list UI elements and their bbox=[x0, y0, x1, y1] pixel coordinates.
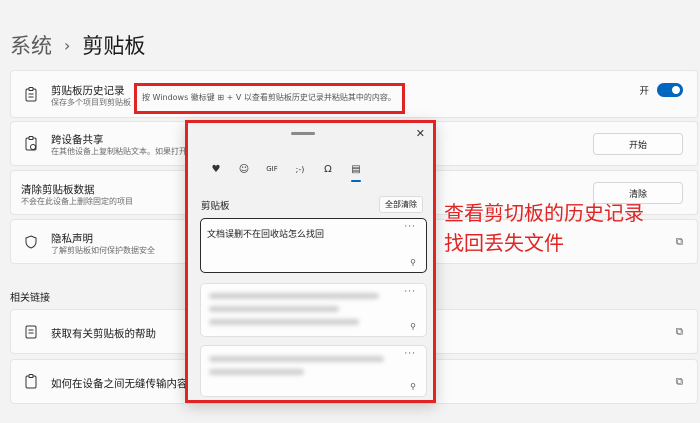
blurred-text bbox=[209, 319, 359, 325]
devices-icon bbox=[23, 135, 39, 153]
clipboard-icon bbox=[23, 85, 39, 103]
clipboard-item[interactable]: ··· ⚲ bbox=[200, 345, 427, 397]
start-button[interactable]: 开始 bbox=[593, 133, 683, 155]
toggle-state-label: 开 bbox=[639, 86, 649, 97]
breadcrumb-system[interactable]: 系统 bbox=[10, 30, 52, 60]
more-options-icon[interactable]: ··· bbox=[404, 349, 416, 359]
close-icon[interactable]: ✕ bbox=[416, 127, 425, 140]
tab-gif[interactable]: GIF bbox=[258, 159, 286, 179]
blurred-text bbox=[209, 293, 379, 299]
clipboard-item[interactable]: 文档误删不在回收站怎么找回 ··· ⚲ bbox=[200, 218, 427, 273]
related-links-heading: 相关链接 bbox=[10, 293, 50, 304]
tab-kaomoji[interactable]: ;-) bbox=[286, 159, 314, 179]
annotation-line-1: 查看剪切板的历史记录 bbox=[444, 201, 644, 225]
clear-data-title: 清除剪贴板数据 bbox=[21, 184, 95, 196]
tab-emoji-favorites[interactable]: ♥ bbox=[202, 159, 230, 179]
tab-clipboard[interactable]: ▤ bbox=[342, 159, 370, 182]
privacy-desc: 了解剪贴板如何保护数据安全 bbox=[51, 246, 155, 255]
pin-icon[interactable]: ⚲ bbox=[410, 382, 416, 391]
pin-icon[interactable]: ⚲ bbox=[410, 322, 416, 331]
clipboard-history-toggle[interactable] bbox=[657, 83, 683, 97]
blurred-text bbox=[209, 369, 304, 375]
transfer-link-title: 如何在设备之间无缝传输内容 bbox=[51, 378, 188, 390]
clipboard-panel: ✕ ♥ ☺ GIF ;-) Ω ▤ 剪贴板 全部清除 文档误删不在回收站怎么找回… bbox=[185, 120, 436, 403]
panel-tabs: ♥ ☺ GIF ;-) Ω ▤ bbox=[202, 159, 370, 182]
breadcrumb-separator: › bbox=[64, 35, 71, 55]
privacy-title: 隐私声明 bbox=[51, 233, 93, 245]
breadcrumb: 系统 › 剪贴板 bbox=[10, 30, 145, 60]
shield-icon bbox=[23, 233, 39, 251]
tab-emoji[interactable]: ☺ bbox=[230, 159, 258, 179]
clipboard-history-title: 剪贴板历史记录 bbox=[51, 85, 125, 97]
clipboard-history-desc: 保存多个项目到剪贴板 bbox=[51, 98, 131, 107]
help-link-title: 获取有关剪贴板的帮助 bbox=[51, 328, 156, 340]
clipboard-item[interactable]: ··· ⚲ bbox=[200, 283, 427, 337]
pin-icon[interactable]: ⚲ bbox=[410, 258, 416, 267]
clipboard-icon bbox=[23, 373, 39, 391]
external-link-icon: ⧉ bbox=[675, 376, 683, 387]
clipboard-item-text: 文档误删不在回收站怎么找回 bbox=[207, 230, 325, 240]
panel-drag-handle[interactable] bbox=[291, 132, 315, 135]
more-options-icon[interactable]: ··· bbox=[404, 222, 416, 232]
clear-data-desc: 不会在此设备上删除固定的项目 bbox=[21, 197, 133, 206]
annotation-text: 查看剪切板的历史记录 找回丢失文件 bbox=[444, 198, 644, 258]
external-link-icon: ⧉ bbox=[675, 236, 683, 247]
help-doc-icon bbox=[23, 323, 39, 341]
tab-symbols[interactable]: Ω bbox=[314, 159, 342, 179]
clear-all-button[interactable]: 全部清除 bbox=[379, 196, 423, 213]
blurred-text bbox=[209, 306, 339, 312]
more-options-icon[interactable]: ··· bbox=[404, 287, 416, 297]
external-link-icon: ⧉ bbox=[675, 326, 683, 337]
page-title: 剪贴板 bbox=[82, 34, 146, 58]
cross-device-title: 跨设备共享 bbox=[51, 134, 104, 146]
annotation-line-2: 找回丢失文件 bbox=[444, 231, 564, 255]
panel-section-label: 剪贴板 bbox=[201, 201, 230, 212]
blurred-text bbox=[209, 356, 384, 362]
cross-device-desc: 在其他设备上复制粘贴文本。如果打开了你 bbox=[51, 147, 203, 156]
shortcut-hint: 按 Windows 徽标键 ⊞ + V 以查看剪贴板历史记录并粘贴其中的内容。 bbox=[134, 83, 405, 114]
